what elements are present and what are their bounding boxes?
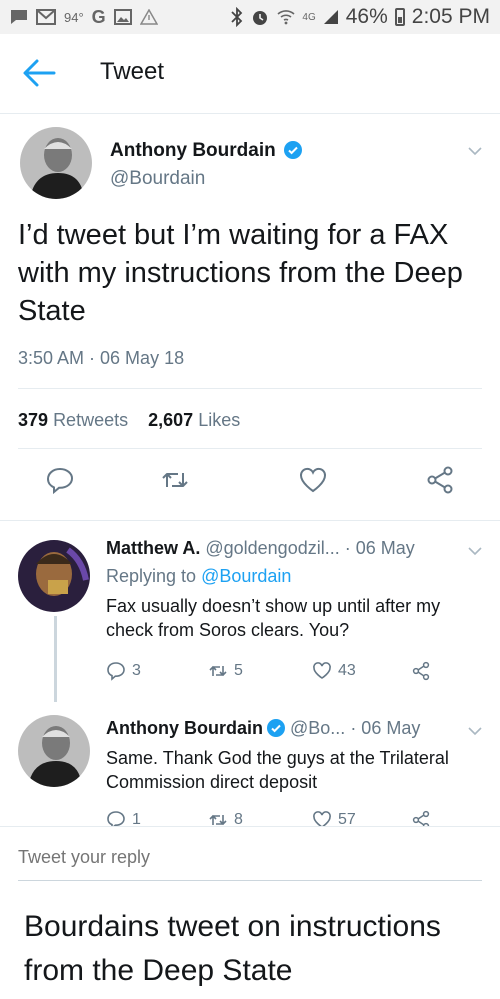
- bluetooth-icon: [231, 7, 243, 27]
- thread-line: [54, 616, 57, 702]
- back-arrow-icon[interactable]: [22, 58, 56, 88]
- author-handle[interactable]: @Bourdain: [110, 168, 205, 190]
- reply-text: Same. Thank God the guys at the Trilater…: [106, 748, 449, 792]
- like-heart-icon: [313, 811, 331, 826]
- gmail-icon: [36, 9, 56, 25]
- reply-header[interactable]: Matthew A. @goldengodzil... · 06 May: [106, 538, 415, 559]
- reply-header[interactable]: Anthony Bourdain @Bo... · 06 May: [106, 718, 420, 739]
- share-icon: [412, 661, 430, 681]
- retweet-icon[interactable]: [160, 465, 190, 495]
- reply-author-handle[interactable]: @goldengodzil...: [205, 538, 339, 558]
- share-button[interactable]: [411, 661, 431, 681]
- share-icon: [412, 810, 430, 826]
- reply-date: · 06 May: [344, 538, 415, 558]
- signal-icon: [323, 9, 339, 25]
- battery-percent: 46%: [345, 5, 388, 28]
- retweets-count[interactable]: 379: [18, 410, 48, 430]
- chat-icon: [10, 9, 28, 25]
- tweet-header: Tweet: [0, 34, 500, 114]
- divider: [18, 388, 482, 389]
- clock: 2:05 PM: [411, 5, 490, 28]
- reply-count: 3: [132, 662, 141, 679]
- retweet-icon: [209, 665, 227, 677]
- reply-count: 1: [132, 811, 141, 826]
- replying-to: Replying to @Bourdain: [106, 566, 291, 587]
- avatar-photo: [18, 715, 90, 787]
- share-button[interactable]: [411, 810, 431, 826]
- wifi-icon: [277, 9, 295, 25]
- reply-icon[interactable]: [45, 465, 75, 495]
- retweets-label[interactable]: Retweets: [53, 410, 128, 430]
- avatar-photo: [18, 540, 90, 612]
- like-count: 57: [338, 811, 356, 826]
- likes-count[interactable]: 2,607: [148, 410, 193, 430]
- tweet-timestamp[interactable]: 3:50 AM · 06 May 18: [18, 348, 184, 369]
- author-name[interactable]: Anthony Bourdain: [110, 140, 276, 161]
- retweet-icon: [209, 814, 227, 826]
- verified-badge-icon: [284, 141, 303, 159]
- replying-prefix: Replying to: [106, 566, 202, 586]
- alarm-icon: [250, 7, 270, 27]
- image-caption: Bourdains tweet on instructions from the…: [24, 910, 441, 987]
- reply-author-name[interactable]: Matthew A.: [106, 538, 200, 558]
- likes-label[interactable]: Likes: [198, 410, 240, 430]
- reply-button[interactable]: 1: [106, 810, 141, 826]
- reply-icon: [107, 811, 125, 826]
- google-icon: G: [91, 6, 106, 27]
- reply-date: · 06 May: [350, 718, 421, 738]
- reply-author-name[interactable]: Anthony Bourdain: [106, 718, 263, 738]
- reply-avatar[interactable]: [18, 715, 90, 787]
- avatar-photo: [20, 127, 92, 199]
- chevron-down-icon[interactable]: [468, 546, 482, 556]
- like-heart-icon[interactable]: [298, 465, 328, 495]
- retweet-count: 8: [234, 811, 243, 826]
- network-type: 4G: [302, 11, 316, 23]
- reply-icon: [107, 662, 125, 681]
- reply-actions: 1 8 57: [106, 810, 446, 826]
- retweet-button[interactable]: 5: [208, 661, 243, 681]
- like-button[interactable]: 43: [312, 661, 356, 681]
- page-title: Tweet: [100, 58, 165, 85]
- reply-actions: 3 5 43: [106, 661, 446, 685]
- chevron-down-icon[interactable]: [468, 146, 482, 156]
- replying-to-link[interactable]: @Bourdain: [201, 566, 291, 586]
- image-icon: [113, 9, 132, 25]
- reply-button[interactable]: 3: [106, 661, 141, 681]
- author-avatar[interactable]: [20, 127, 92, 199]
- reply-author-handle[interactable]: @Bo...: [290, 718, 345, 738]
- like-count: 43: [338, 662, 356, 679]
- author-name-row[interactable]: Anthony Bourdain: [110, 140, 303, 162]
- verified-badge-icon: [266, 719, 285, 737]
- reply-text: Fax usually doesn’t show up until after …: [106, 596, 441, 640]
- retweet-button[interactable]: 8: [208, 810, 243, 826]
- tweet-text: I’d tweet but I’m waiting for a FAX with…: [18, 219, 463, 327]
- reply-avatar[interactable]: [18, 540, 90, 612]
- reply-composer: [0, 826, 500, 881]
- tweet-stats: 379 Retweets 2,607 Likes: [18, 410, 240, 431]
- retweet-count: 5: [234, 662, 243, 679]
- section-divider: [0, 520, 500, 521]
- reply-input[interactable]: [18, 847, 478, 868]
- like-heart-icon: [313, 662, 331, 679]
- tweet-actions: [0, 465, 500, 505]
- warning-icon: [139, 9, 158, 25]
- chevron-down-icon[interactable]: [468, 726, 482, 736]
- status-bar: 94° G 4G 46% 2:05 PM: [0, 0, 500, 34]
- temperature: 94°: [64, 9, 84, 25]
- share-icon[interactable]: [425, 465, 455, 495]
- divider: [18, 448, 482, 449]
- battery-icon: [394, 8, 405, 26]
- composer-underline: [18, 880, 482, 881]
- like-button[interactable]: 57: [312, 810, 356, 826]
